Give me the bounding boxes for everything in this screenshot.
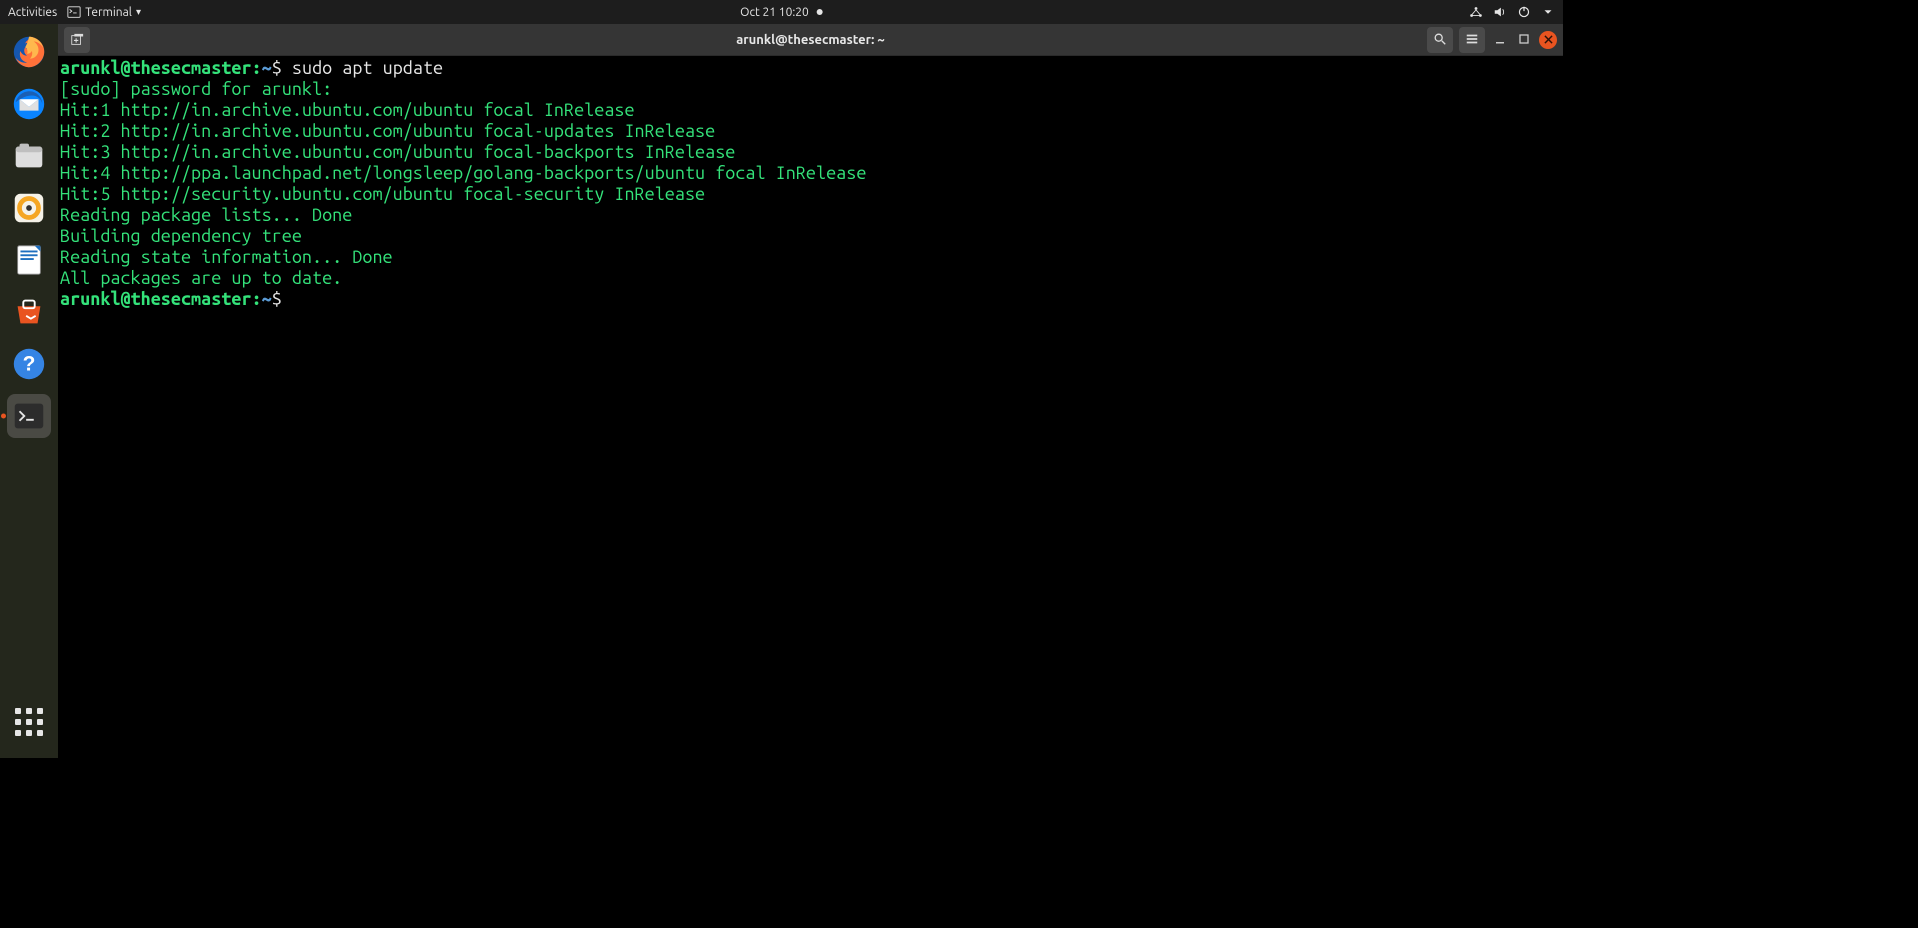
thunderbird-icon — [9, 84, 49, 124]
output-line: Hit:5 http://security.ubuntu.com/ubuntu … — [60, 184, 705, 204]
clock[interactable]: Oct 21 10:20 — [740, 6, 823, 19]
gnome-top-bar: Activities Terminal Oct 21 10:20 — [0, 0, 1563, 24]
maximize-button[interactable] — [1515, 31, 1533, 49]
output-line: Hit:2 http://in.archive.ubuntu.com/ubunt… — [60, 121, 715, 141]
activities-button[interactable]: Activities — [8, 6, 57, 19]
output-line: Reading state information... Done — [60, 247, 393, 267]
prompt-symbol: $ — [272, 58, 282, 78]
hamburger-menu-button[interactable] — [1459, 27, 1485, 53]
svg-text:?: ? — [23, 353, 36, 376]
prompt-user-host: arunkl@thesecmaster — [60, 289, 252, 309]
search-icon — [1433, 32, 1447, 49]
prompt-path: ~ — [262, 289, 272, 309]
app-menu-terminal[interactable]: Terminal — [67, 5, 141, 19]
minimize-icon — [1494, 33, 1506, 48]
minimize-button[interactable] — [1491, 31, 1509, 49]
terminal-titlebar: arunkl@thesecmaster: ~ — [58, 24, 1563, 56]
terminal-small-icon — [67, 5, 81, 19]
clock-text: Oct 21 10:20 — [740, 6, 809, 19]
dock-thunderbird[interactable] — [7, 82, 51, 126]
output-line: Hit:3 http://in.archive.ubuntu.com/ubunt… — [60, 142, 735, 162]
firefox-icon — [9, 32, 49, 72]
output-line: [sudo] password for arunkl: — [60, 79, 332, 99]
dock-software[interactable] — [7, 290, 51, 334]
show-applications-button[interactable] — [7, 700, 51, 744]
new-tab-button[interactable] — [64, 27, 90, 53]
close-button[interactable] — [1539, 31, 1557, 49]
dock-writer[interactable] — [7, 238, 51, 282]
output-line: All packages are up to date. — [60, 268, 342, 288]
terminal-window: arunkl@thesecmaster: ~ arunkl — [58, 24, 1563, 758]
notification-dot-icon — [817, 9, 823, 15]
search-button[interactable] — [1427, 27, 1453, 53]
terminal-icon — [9, 396, 49, 436]
maximize-icon — [1518, 33, 1530, 48]
output-line: Reading package lists... Done — [60, 205, 352, 225]
command-text: sudo apt update — [292, 58, 443, 78]
help-icon: ? — [9, 344, 49, 384]
prompt-user-host: arunkl@thesecmaster — [60, 58, 252, 78]
ubuntu-software-icon — [9, 292, 49, 332]
hamburger-icon — [1465, 32, 1479, 49]
prompt-symbol: $ — [272, 289, 282, 309]
dock-files[interactable] — [7, 134, 51, 178]
power-icon[interactable] — [1517, 5, 1531, 19]
libreoffice-writer-icon — [9, 240, 49, 280]
dock-rhythmbox[interactable] — [7, 186, 51, 230]
app-menu-label: Terminal — [85, 6, 132, 19]
dock-firefox[interactable] — [7, 30, 51, 74]
dock-terminal[interactable] — [7, 394, 51, 438]
dock-help[interactable]: ? — [7, 342, 51, 386]
output-line: Hit:1 http://in.archive.ubuntu.com/ubunt… — [60, 100, 635, 120]
output-line: Building dependency tree — [60, 226, 302, 246]
files-icon — [9, 136, 49, 176]
rhythmbox-icon — [9, 188, 49, 228]
window-title: arunkl@thesecmaster: ~ — [736, 33, 885, 47]
volume-icon[interactable] — [1493, 5, 1507, 19]
close-icon — [1544, 33, 1553, 47]
output-line: Hit:4 http://ppa.launchpad.net/longsleep… — [60, 163, 866, 183]
network-icon[interactable] — [1469, 5, 1483, 19]
ubuntu-dock: ? — [0, 24, 58, 758]
prompt-path: ~ — [262, 58, 272, 78]
terminal-content[interactable]: arunkl@thesecmaster:~$ sudo apt update [… — [58, 56, 1563, 758]
system-menu-chevron-icon[interactable] — [1541, 5, 1555, 19]
